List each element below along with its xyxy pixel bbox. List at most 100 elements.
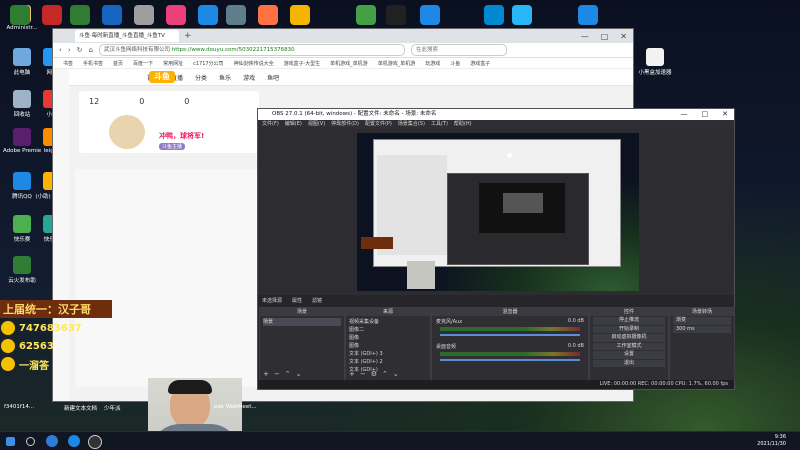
close-icon[interactable]: ✕	[620, 32, 627, 41]
taskbar-app-icon[interactable]	[420, 5, 440, 25]
browser-taskbar-icon[interactable]	[46, 435, 58, 447]
taskbar-app-icon[interactable]	[386, 5, 406, 25]
desktop-icon[interactable]: 云火发布助	[3, 256, 41, 284]
minimize-icon[interactable]: —	[581, 32, 589, 41]
site-nav-item[interactable]: 分类	[195, 73, 207, 82]
start-icon[interactable]	[6, 437, 15, 446]
source-item[interactable]: 图像	[349, 334, 427, 342]
transition-select[interactable]: 渐变	[673, 317, 731, 325]
obs-menu-item[interactable]: 帮助(H)	[454, 120, 472, 129]
taskbar-app-icon[interactable]	[70, 5, 90, 25]
source-item[interactable]: 视频采集设备	[349, 318, 427, 326]
source-item[interactable]: 图像	[349, 342, 427, 350]
back-icon[interactable]: ‹	[59, 46, 62, 54]
control-button[interactable]: 停止推流	[593, 317, 665, 325]
control-button[interactable]: 设置	[593, 351, 665, 359]
taskbar-app-icon[interactable]	[198, 5, 218, 25]
bookmark-item[interactable]: 游戏盒子	[470, 60, 490, 67]
obs-taskbar-icon[interactable]	[88, 435, 102, 449]
obs-menu-item[interactable]: 视图(V)	[308, 120, 325, 129]
bookmark-item[interactable]: 手机书签	[83, 60, 103, 67]
source-item[interactable]: 图像二	[349, 326, 427, 334]
preview-canvas[interactable]	[357, 133, 639, 291]
taskbar-app-icon[interactable]	[10, 5, 30, 25]
home-icon[interactable]: ⌂	[89, 46, 93, 54]
taskbar-app-icon[interactable]	[512, 5, 532, 25]
bookmark-item[interactable]: 游戏盒子·大型生	[284, 60, 321, 67]
maximize-icon[interactable]: □	[702, 109, 709, 120]
bookmark-item[interactable]: 单机游戏_单机游	[330, 60, 368, 67]
taskbar-app-icon[interactable]	[578, 5, 598, 25]
taskbar-app-icon[interactable]	[226, 5, 246, 25]
bookmark-item[interactable]: 斗鱼	[450, 60, 460, 67]
site-nav-item[interactable]: 游戏	[243, 73, 255, 82]
site-nav-item[interactable]: 鱼乐	[219, 73, 231, 82]
new-tab-icon[interactable]: +	[184, 31, 192, 41]
taskbar-app-icon[interactable]	[484, 5, 504, 25]
down-icon[interactable]: ⌄	[393, 370, 399, 378]
close-icon[interactable]: ✕	[722, 109, 728, 120]
taskbar-app-icon[interactable]	[258, 5, 278, 25]
desktop-app-icon	[13, 90, 31, 108]
system-clock[interactable]: 9:36 2021/11/30	[757, 434, 786, 448]
bookmark-item[interactable]: 单机游戏_单机游	[378, 60, 416, 67]
browser-tab[interactable]: 斗鱼·每时新直播_斗鱼直播_斗鱼TV	[75, 30, 179, 42]
room-stat: 0	[139, 97, 145, 106]
obs-menu-item[interactable]: 配置文件(P)	[365, 120, 392, 129]
obs-menu-item[interactable]: 停靠部件(D)	[331, 120, 359, 129]
source-item[interactable]: 文本 (GDI+) 3	[349, 350, 427, 358]
control-button[interactable]: 启动虚拟摄像机	[593, 334, 665, 342]
url-text: https://www.douyu.com/5030221715376830	[171, 47, 295, 53]
transition-duration[interactable]: 300 ms	[673, 325, 731, 333]
taskbar-app-icon[interactable]	[42, 5, 62, 25]
bookmark-item[interactable]: c1717分公司	[193, 60, 223, 67]
refresh-icon[interactable]: ↻	[77, 46, 83, 54]
bookmark-item[interactable]: 神仙剑侠传说大全	[234, 60, 274, 67]
desktop-icon-xiaoheihe[interactable]: 小黑盒加速器	[636, 48, 674, 76]
track-name: 桌面音频	[436, 344, 457, 350]
volume-slider[interactable]	[440, 359, 580, 361]
maximize-icon[interactable]: □	[601, 32, 609, 41]
up-icon[interactable]: ⌃	[382, 370, 388, 378]
obs-menu-item[interactable]: 场景集合(S)	[398, 120, 425, 129]
bookmark-item[interactable]: 首页	[113, 60, 123, 67]
bookmark-item[interactable]: 玩游戏	[425, 60, 440, 67]
taskbar-app-icon[interactable]	[134, 5, 154, 25]
add-icon[interactable]: +	[349, 370, 355, 378]
obs-menu-item[interactable]: 工具(T)	[431, 120, 448, 129]
control-button[interactable]: 工作室模式	[593, 342, 665, 350]
desktop-app-icon	[13, 128, 31, 146]
add-icon[interactable]: +	[263, 370, 269, 378]
overlay-avatar-icon	[0, 320, 16, 336]
search-input[interactable]: 在此搜索	[410, 44, 507, 56]
address-toolbar: ‹ › ↻ ⌂ 武汉斗鱼网络科技有限公司 https://www.douyu.c…	[53, 43, 633, 58]
bookmark-item[interactable]: 百度一下	[133, 60, 153, 67]
scene-item[interactable]: 场景	[263, 318, 341, 326]
source-toolbar-button[interactable]: 滤镜	[312, 296, 322, 306]
qq-taskbar-icon[interactable]	[68, 435, 80, 447]
taskbar-app-icon[interactable]	[290, 5, 310, 25]
source-item[interactable]: 文本 (GDI+) 2	[349, 358, 427, 366]
forward-icon[interactable]: ›	[68, 46, 71, 54]
site-nav-item[interactable]: 鱼吧	[267, 73, 279, 82]
taskbar-app-icon[interactable]	[356, 5, 376, 25]
bookmark-item[interactable]: 常用网址	[163, 60, 183, 67]
taskbar-app-icon[interactable]	[102, 5, 122, 25]
control-button[interactable]: 退出	[593, 359, 665, 367]
obs-menu-item[interactable]: 文件(F)	[262, 120, 279, 129]
remove-icon[interactable]: −	[360, 370, 366, 378]
bookmark-item[interactable]: 书签	[63, 60, 73, 67]
track-db: 0.0 dB	[567, 318, 584, 324]
control-button[interactable]: 开始录制	[593, 325, 665, 333]
up-icon[interactable]: ⌃	[285, 370, 291, 378]
volume-slider[interactable]	[440, 334, 580, 336]
remove-icon[interactable]: −	[274, 370, 280, 378]
source-toolbar-button[interactable]: 属性	[292, 296, 302, 306]
minimize-icon[interactable]: —	[681, 109, 688, 120]
address-bar[interactable]: 武汉斗鱼网络科技有限公司 https://www.douyu.com/50302…	[98, 44, 405, 56]
down-icon[interactable]: ⌄	[296, 370, 302, 378]
taskbar-app-icon[interactable]	[166, 5, 186, 25]
obs-menu-item[interactable]: 编辑(E)	[285, 120, 302, 129]
search-icon[interactable]	[26, 437, 35, 446]
gear-icon[interactable]: ⚙	[371, 370, 377, 378]
